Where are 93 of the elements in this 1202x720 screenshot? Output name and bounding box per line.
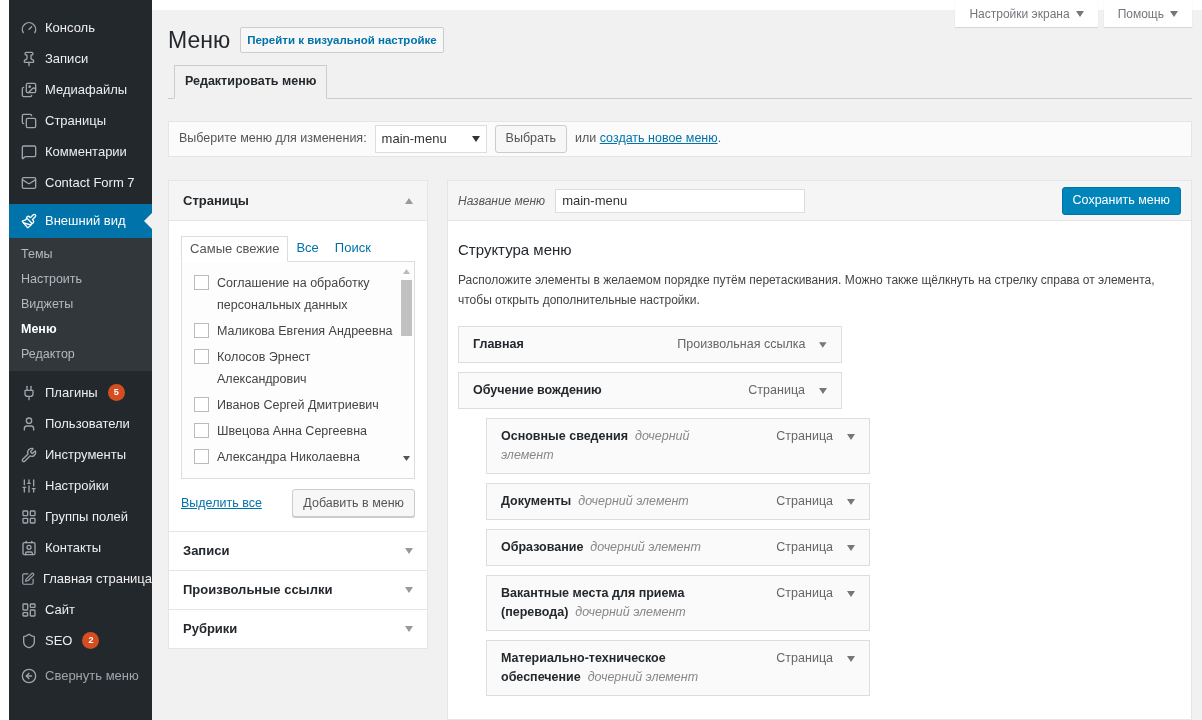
- dropdown-arrow-icon: [1075, 10, 1084, 17]
- item-type-label: Страница: [776, 649, 833, 667]
- item-type-label: Страница: [776, 584, 833, 602]
- panel-tab[interactable]: Поиск: [326, 235, 379, 261]
- menu-item-card[interactable]: Образование дочерний элемент Страница: [486, 528, 870, 566]
- item-type-label: Страница: [776, 492, 833, 510]
- screen-tab-button[interactable]: Помощь: [1103, 0, 1192, 27]
- menu-item-card[interactable]: Материально-техническое обеспечение дочерний элемент Страница: [486, 639, 870, 696]
- item-type-label: Страница: [748, 381, 805, 399]
- menu-item-title: Главная: [473, 335, 525, 353]
- menu-item-card[interactable]: Вакантные места для приема (перевода) дочерний элемент Страница: [486, 574, 870, 631]
- checkbox[interactable]: [194, 275, 209, 290]
- sidebar-item[interactable]: Настройки: [9, 470, 152, 501]
- submenu-item[interactable]: Меню: [9, 317, 152, 342]
- dropdown-arrow-icon: [471, 135, 480, 142]
- select-all-link[interactable]: Выделить все: [181, 493, 262, 513]
- sidebar-item[interactable]: Внешний вид: [9, 204, 152, 238]
- dropdown-arrow-icon: [847, 433, 855, 440]
- sidebar-item[interactable]: Пользователи: [9, 408, 152, 439]
- collapse-arrow-icon: [405, 197, 413, 204]
- dropdown-arrow-icon: [819, 387, 827, 394]
- collapse-icon: [21, 667, 37, 684]
- create-menu-hint: или создать новое меню.: [574, 130, 722, 148]
- dropdown-arrow-icon: [819, 341, 827, 348]
- dropdown-arrow-icon: [847, 498, 855, 505]
- checkbox[interactable]: [194, 397, 209, 412]
- menu-item-card[interactable]: Главная Произвольная ссылка: [458, 325, 842, 363]
- dropdown-arrow-icon: [405, 548, 413, 554]
- menu-name-label: Название меню: [458, 192, 546, 210]
- add-to-menu-button[interactable]: Добавить в меню: [292, 489, 415, 517]
- count-badge: 2: [82, 632, 100, 649]
- collapse-menu-button[interactable]: Свернуть меню: [9, 660, 152, 691]
- menu-item-title: Вакантные места для приема (перевода) дочерний элемент: [501, 584, 687, 621]
- menu-item-title: Материально-техническое обеспечение дочерний элемент: [501, 649, 700, 686]
- item-type-label: Страница: [776, 538, 833, 556]
- dropdown-arrow-icon: [1170, 10, 1178, 17]
- create-menu-link[interactable]: создать новое меню: [599, 131, 718, 146]
- nav-tab[interactable]: Редактировать меню: [174, 64, 328, 99]
- save-menu-button[interactable]: Сохранить меню: [1061, 186, 1181, 215]
- menu-item-title: Образование дочерний элемент: [501, 538, 702, 556]
- menu-item-card[interactable]: Обучение вождению Страница: [458, 371, 842, 409]
- sidebar-item[interactable]: Плагины 5: [9, 377, 152, 408]
- dropdown-arrow-icon: [405, 626, 413, 632]
- sidebar-item[interactable]: Сайт: [9, 594, 152, 625]
- sidebar-item[interactable]: Консоль: [9, 12, 152, 43]
- dropdown-arrow-icon: [847, 590, 855, 597]
- menu-item-title: Документы дочерний элемент: [501, 492, 690, 510]
- sidebar-item[interactable]: Медиафайлы: [9, 74, 152, 105]
- panel-tab[interactable]: Все: [288, 235, 327, 261]
- screen-tab-button[interactable]: Настройки экрана: [955, 0, 1098, 27]
- dropdown-arrow-icon: [847, 655, 855, 662]
- sidebar-item[interactable]: Инструменты: [9, 439, 152, 470]
- sidebar-item[interactable]: Записи: [9, 43, 152, 74]
- panel-tab[interactable]: Самые свежие: [181, 236, 289, 262]
- page-title: Меню: [168, 26, 231, 55]
- submenu-item[interactable]: Виджеты: [9, 292, 152, 317]
- item-type-label: Страница: [776, 427, 833, 445]
- menu-name-field[interactable]: main-menu: [555, 188, 806, 213]
- sidebar-item[interactable]: Contact Form 7: [9, 167, 152, 198]
- checkbox[interactable]: [194, 349, 209, 364]
- checkbox[interactable]: [194, 323, 209, 338]
- page-option-label: Колосов Эрнест Александрович: [217, 349, 312, 388]
- submenu-item[interactable]: Темы: [9, 242, 152, 267]
- page-option-label: Александра Николаевна: [217, 449, 360, 466]
- sidebar-item[interactable]: Главная страница: [9, 563, 152, 594]
- sidebar-item[interactable]: Страницы: [9, 105, 152, 136]
- select-menu-label: Выберите меню для изменения:: [179, 130, 367, 148]
- dropdown-arrow-icon: [405, 587, 413, 593]
- checkbox[interactable]: [194, 449, 209, 464]
- visual-settings-button[interactable]: Перейти к визуальной настройке: [240, 27, 444, 54]
- sidebar-item[interactable]: Комментарии: [9, 136, 152, 167]
- menu-dropdown[interactable]: main-menu: [374, 124, 487, 153]
- menu-item-card[interactable]: Документы дочерний элемент Страница: [486, 482, 870, 520]
- accordion-header[interactable]: Страницы: [169, 181, 427, 220]
- sidebar-item[interactable]: SEO 2: [9, 625, 152, 656]
- structure-description: Расположите элементы в желаемом порядке путём перетаскивания. Можно также щёлкнуть на стрелку справа от элемента, чтобы открыть дополнительные настройки.: [458, 271, 1156, 309]
- menu-item-title: Обучение вождению: [473, 381, 603, 399]
- checkbox[interactable]: [194, 423, 209, 438]
- structure-heading: Структура меню: [458, 240, 573, 260]
- submenu-item[interactable]: Редактор: [9, 342, 152, 367]
- page-option-label: Маликова Евгения Андреевна: [217, 323, 393, 340]
- menu-item-card[interactable]: Основные сведения дочерний элемент Страница: [486, 417, 870, 474]
- count-badge: 5: [107, 384, 125, 401]
- sidebar-item[interactable]: Контакты: [9, 532, 152, 563]
- dropdown-arrow-icon: [847, 544, 855, 551]
- page-option-label: Соглашение на обработку персональных данных: [217, 275, 371, 314]
- item-type-label: Произвольная ссылка: [677, 335, 806, 353]
- submenu-item[interactable]: Настроить: [9, 267, 152, 292]
- page-option-label: Швецова Анна Сергеевна: [217, 423, 367, 440]
- choose-button[interactable]: Выбрать: [494, 124, 567, 153]
- sidebar-item[interactable]: Группы полей: [9, 501, 152, 532]
- menu-item-title: Основные сведения дочерний элемент: [501, 427, 691, 464]
- page-option-label: Иванов Сергей Дмитриевич: [217, 397, 379, 414]
